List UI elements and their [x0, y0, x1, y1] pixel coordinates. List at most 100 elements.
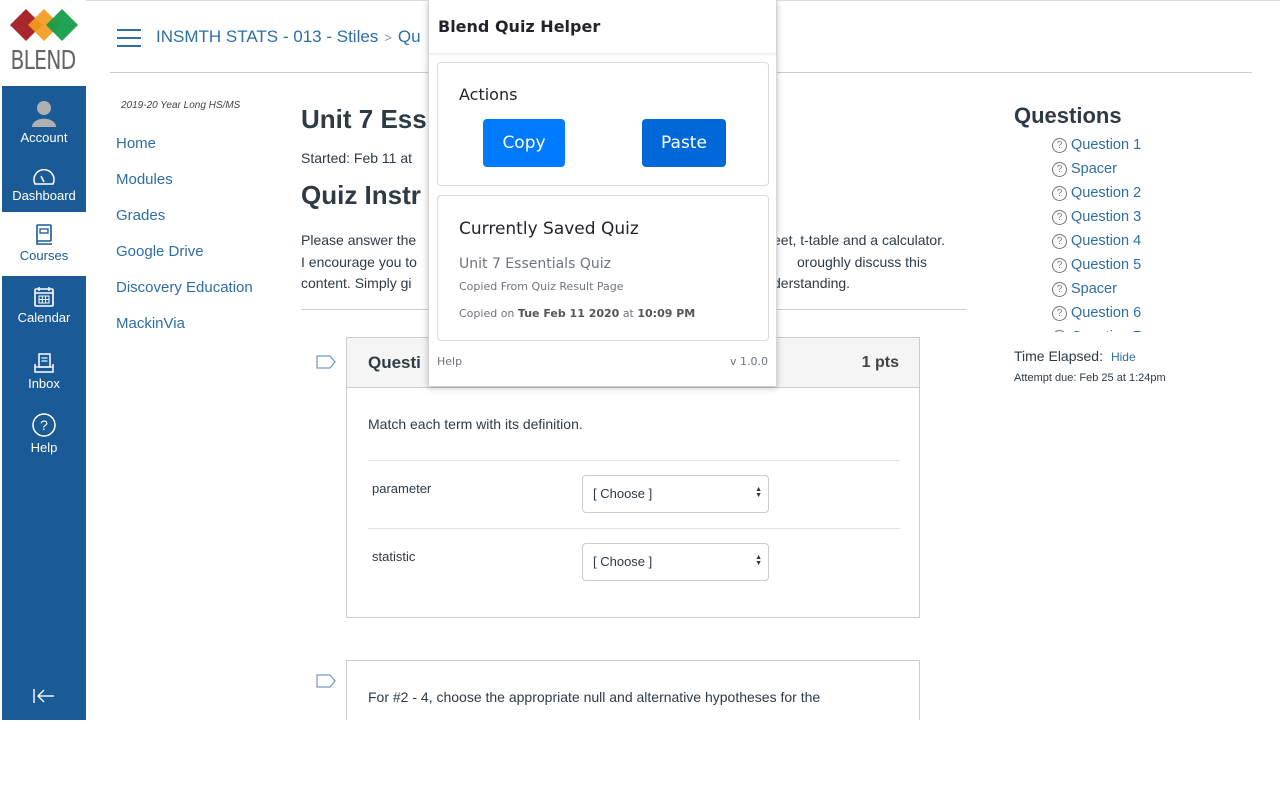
unanswered-question-icon: ? [1052, 186, 1067, 201]
copied-at: at [622, 307, 634, 320]
copied-date: Tue Feb 11 2020 [517, 307, 620, 320]
nav-label: Dashboard [12, 188, 76, 203]
saved-quiz-name: Unit 7 Essentials Quiz [459, 256, 611, 272]
course-nav-modules[interactable]: Modules [116, 168, 253, 204]
breadcrumb-course[interactable]: INSMTH STATS - 013 - Stiles [156, 27, 378, 46]
blend-quiz-helper-popup: Blend Quiz Helper Actions Copy Paste Cur… [428, 0, 777, 386]
svg-text:?: ? [40, 417, 48, 433]
help-circle-icon: ? [32, 413, 56, 437]
started-timestamp: Started: Feb 11 at [301, 150, 413, 166]
actions-title: Actions [459, 85, 518, 104]
question-link-label: Question 4 [1071, 233, 1142, 249]
instructions-fragment: content. Simply gi [301, 275, 412, 291]
question-link-label: Spacer [1071, 281, 1117, 297]
term-label: 2019-20 Year Long HS/MS [121, 100, 241, 111]
paste-button[interactable]: Paste [642, 119, 726, 167]
attempt-due: Attempt due: Feb 25 at 1:24pm [1014, 372, 1166, 384]
match-term: parameter [372, 481, 432, 496]
nav-item-inbox[interactable]: Inbox [2, 352, 86, 400]
instructions-fragment: oroughly discuss this [797, 253, 927, 270]
instructions-fragment: Please answer the [301, 232, 417, 248]
question-link[interactable]: ? Question 4 [1052, 230, 1141, 254]
time-elapsed-label: Time Elapsed: [1014, 348, 1103, 364]
breadcrumb-separator: > [384, 30, 392, 45]
nav-label: Inbox [28, 376, 60, 391]
question-link[interactable]: ? Question 7 [1052, 326, 1141, 332]
unanswered-question-icon: ? [1052, 210, 1067, 225]
unanswered-question-icon: ? [1052, 234, 1067, 249]
bookmark-question-icon[interactable] [316, 674, 336, 688]
match-select-parameter[interactable]: [ Choose ] ▲ ▼ [582, 475, 769, 513]
select-value: [ Choose ] [593, 486, 653, 501]
speedometer-icon [33, 168, 55, 185]
question-link[interactable]: ? Question 1 [1052, 134, 1141, 158]
course-nav-mackinvia[interactable]: MackinVia [116, 312, 253, 348]
question-link[interactable]: ? Question 6 [1052, 302, 1141, 326]
logo-text: BLEND [10, 46, 77, 76]
hamburger-line [117, 45, 141, 47]
question-link[interactable]: ? Question 3 [1052, 206, 1141, 230]
match-term: statistic [372, 549, 416, 564]
course-nav-home[interactable]: Home [116, 132, 253, 168]
questions-list[interactable]: ? Question 1 ? Spacer ? Question 2 ? Questio… [1052, 134, 1141, 332]
select-arrows-icon: ▲ ▼ [755, 554, 762, 567]
question-link[interactable]: ? Spacer [1052, 158, 1141, 182]
course-navigation: Home Modules Grades Google Drive Discove… [116, 132, 253, 348]
hamburger-line [117, 29, 141, 31]
bookmark-question-icon[interactable] [316, 355, 336, 369]
question-link[interactable]: ? Question 2 [1052, 182, 1141, 206]
blend-logo-diamonds-icon [10, 9, 78, 41]
saved-quiz-date: Copied on Tue Feb 11 2020 at 10:09 PM [459, 307, 695, 320]
instructions-title: Quiz Instr [301, 180, 421, 210]
question-prompt: Match each term with its definition. [368, 416, 583, 432]
popup-help-link[interactable]: Help [437, 355, 462, 368]
nav-item-dashboard[interactable]: Dashboard [2, 168, 86, 212]
actions-card: Actions Copy Paste [437, 62, 769, 186]
question-link[interactable]: ? Question 5 [1052, 254, 1141, 278]
unanswered-question-icon: ? [1052, 258, 1067, 273]
nav-label: Calendar [17, 310, 71, 325]
collapse-left-arrow-icon [33, 689, 54, 703]
saved-quiz-card: Currently Saved Quiz Unit 7 Essentials Q… [437, 195, 769, 341]
nav-item-help[interactable]: ? Help [2, 412, 86, 462]
course-nav-grades[interactable]: Grades [116, 204, 253, 240]
copied-time: 10:09 PM [637, 307, 696, 320]
blend-logo[interactable]: BLEND [0, 0, 86, 86]
match-select-statistic[interactable]: [ Choose ] ▲ ▼ [582, 543, 769, 581]
question-link-label: Question 6 [1071, 305, 1142, 321]
question-link-label: Question 5 [1071, 257, 1142, 273]
time-elapsed: Time Elapsed: Hide [1014, 348, 1136, 364]
inbox-icon [34, 353, 54, 373]
hide-timer-link[interactable]: Hide [1111, 350, 1136, 364]
question-points: 1 pts [861, 354, 899, 371]
instructions-fragment: derstanding. [773, 275, 851, 291]
instructions-fragment: eet, t-table and a calculator. [773, 232, 945, 248]
nav-item-calendar[interactable]: Calendar [2, 286, 86, 338]
user-avatar-icon [32, 101, 56, 127]
copy-button[interactable]: Copy [483, 119, 565, 167]
select-arrows-icon: ▲ ▼ [755, 486, 762, 499]
unanswered-question-icon: ? [1052, 282, 1067, 297]
unanswered-question-icon: ? [1052, 306, 1067, 321]
hamburger-line [117, 37, 141, 39]
nav-item-account[interactable]: Account [2, 98, 86, 150]
collapse-nav-button[interactable] [2, 640, 86, 720]
course-nav-google-drive[interactable]: Google Drive [116, 240, 253, 276]
nav-item-courses[interactable]: Courses [2, 224, 86, 274]
question-link-label: Spacer [1071, 161, 1117, 177]
match-row: statistic [ Choose ] ▲ ▼ [368, 528, 900, 596]
global-navigation: BLEND Account Dashboard Courses Calendar… [0, 0, 86, 720]
instructions-fragment: I encourage you to [301, 253, 417, 270]
course-nav-discovery-education[interactable]: Discovery Education [116, 276, 253, 312]
nav-label: Courses [19, 248, 69, 263]
question-link[interactable]: ? Spacer [1052, 278, 1141, 302]
saved-quiz-source: Copied From Quiz Result Page [459, 280, 624, 293]
unanswered-question-icon: ? [1052, 162, 1067, 177]
unanswered-question-icon: ? [1052, 138, 1067, 153]
question-name: Questi [368, 353, 421, 372]
hamburger-menu-button[interactable] [117, 29, 141, 47]
popup-header: Blend Quiz Helper [429, 0, 776, 54]
breadcrumb-quizzes[interactable]: Qu [398, 27, 421, 46]
saved-quiz-title: Currently Saved Quiz [459, 219, 639, 239]
question-link-label: Question 1 [1071, 137, 1142, 153]
